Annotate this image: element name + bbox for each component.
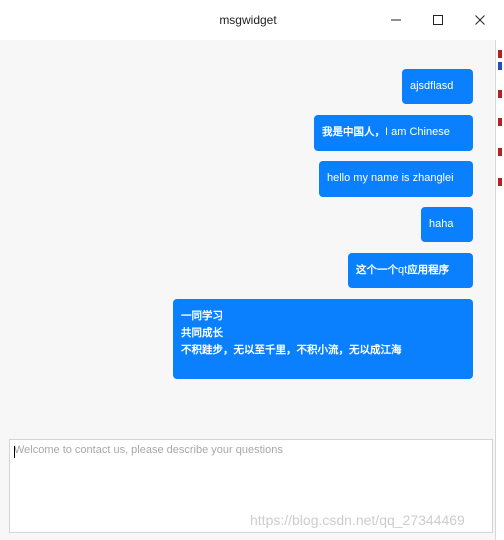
edge-marker bbox=[498, 148, 502, 156]
message-text: 我是中国人，I am Chinese bbox=[322, 126, 450, 138]
maximize-icon bbox=[433, 15, 443, 25]
maximize-button[interactable] bbox=[416, 0, 460, 40]
close-icon bbox=[475, 15, 485, 25]
message-bubble: ajsdflasd bbox=[402, 69, 473, 104]
edge-marker bbox=[498, 50, 502, 58]
watermark: https://blog.csdn.net/qq_27344469 bbox=[250, 512, 465, 528]
edge-marker bbox=[498, 62, 502, 70]
minimize-button[interactable] bbox=[374, 0, 418, 40]
message-text: haha bbox=[429, 218, 454, 230]
message-bubble: 一同学习 共同成长 不积跬步，无以至千里，不积小流，无以成江海 bbox=[173, 299, 473, 379]
message-bubble: haha bbox=[421, 207, 473, 242]
message-text: hello my name is zhanglei bbox=[327, 172, 454, 184]
edge-marker bbox=[498, 178, 502, 186]
message-text: ajsdflasd bbox=[410, 80, 454, 92]
title-bar[interactable]: msgwidget bbox=[0, 0, 496, 40]
message-bubble: hello my name is zhanglei bbox=[319, 161, 473, 197]
message-bubble: 我是中国人，I am Chinese bbox=[314, 115, 473, 151]
message-bubble: 这个一个qt应用程序 bbox=[348, 253, 473, 288]
msgwidget-window: msgwidget ajsdflasd 我是中国人，I am Chinese h… bbox=[0, 0, 496, 540]
message-text: 这个一个qt应用程序 bbox=[356, 264, 450, 276]
message-list: ajsdflasd 我是中国人，I am Chinese hello my na… bbox=[0, 40, 496, 435]
minimize-icon bbox=[391, 19, 401, 21]
background-window-edge bbox=[496, 0, 504, 540]
message-text: 一同学习 共同成长 不积跬步，无以至千里，不积小流，无以成江海 bbox=[181, 310, 402, 356]
edge-marker bbox=[498, 90, 502, 98]
text-cursor bbox=[14, 446, 15, 458]
edge-marker bbox=[498, 118, 502, 126]
